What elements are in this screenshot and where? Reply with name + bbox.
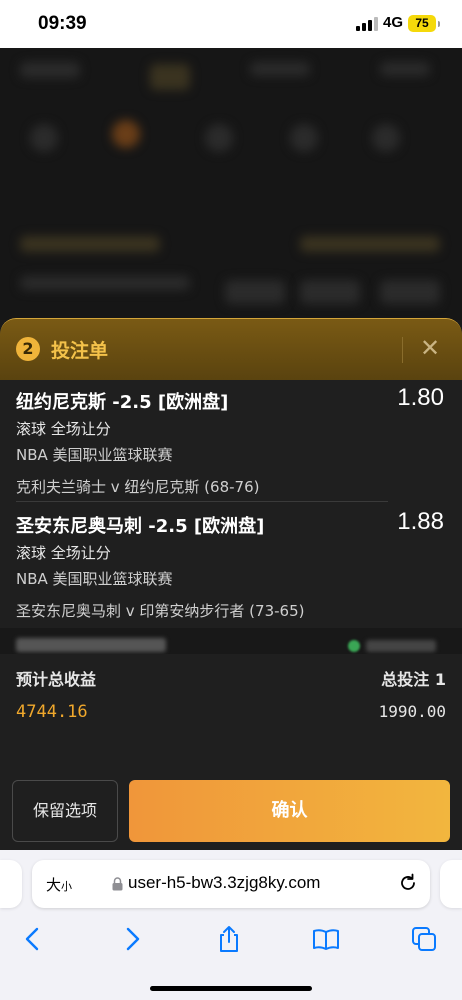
share-icon[interactable] [214, 924, 244, 954]
browser-nav-row [0, 920, 462, 960]
forward-icon[interactable] [117, 924, 147, 954]
bet-item[interactable]: 纽约尼克斯 -2.5 [欧洲盘] 1.80 滚球 全场让分 NBA 美国职业篮球… [16, 384, 446, 500]
network-type: 4G [383, 14, 404, 31]
lock-icon [112, 877, 123, 891]
text-size-small-label: 小 [61, 880, 73, 893]
bet-selection: 圣安东尼奥马刺 -2.5 [欧洲盘] [16, 516, 265, 537]
bet-selection: 纽约尼克斯 -2.5 [欧洲盘] [16, 392, 229, 413]
confirm-button[interactable]: 确认 [129, 780, 450, 842]
background-app-blurred [0, 48, 462, 320]
bet-league: NBA 美国职业篮球联赛 [16, 570, 173, 588]
tabs-icon[interactable] [409, 924, 439, 954]
keep-selections-button[interactable]: 保留选项 [12, 780, 118, 842]
est-return-value: 4744.16 [16, 702, 88, 722]
status-time: 09:39 [38, 13, 87, 34]
est-return-label: 预计总收益 [16, 670, 97, 689]
bet-market: 滚球 全场让分 [16, 420, 111, 438]
bet-summary: 预计总收益 总投注 1 4744.16 1990.00 保留选项 确认 [0, 654, 462, 850]
bet-divider [16, 501, 388, 502]
bet-count-badge: 2 [16, 337, 40, 361]
bet-match: 圣安东尼奥马刺 v 印第安纳步行者 (73-65) [16, 602, 305, 620]
bet-slip-sheet: 2 投注单 ✕ 纽约尼克斯 -2.5 [欧洲盘] 1.80 滚球 全场让分 NB… [0, 318, 462, 850]
bet-item[interactable]: 圣安东尼奥马刺 -2.5 [欧洲盘] 1.88 滚球 全场让分 NBA 美国职业… [16, 508, 446, 624]
text-size-large-label: 大 [46, 876, 62, 894]
bet-slip-header: 2 投注单 ✕ [0, 318, 462, 380]
bookmarks-icon[interactable] [311, 924, 341, 954]
bet-odds: 1.80 [397, 384, 444, 411]
url-text: user-h5-bw3.3zjg8ky.com [128, 873, 321, 892]
battery-icon: 75 [408, 15, 440, 32]
obscured-row [0, 628, 462, 654]
back-icon[interactable] [18, 924, 48, 954]
home-indicator [150, 986, 312, 991]
bet-odds: 1.88 [397, 508, 444, 535]
bet-league: NBA 美国职业篮球联赛 [16, 446, 173, 464]
status-bar: 09:39 4G 75 [0, 0, 462, 48]
bet-market: 滚球 全场让分 [16, 544, 111, 562]
bet-slip-title: 投注单 [51, 340, 109, 362]
text-size-button[interactable]: 大小 [46, 874, 72, 895]
total-stake-label: 总投注 1 [381, 670, 446, 689]
signal-icon [356, 17, 378, 31]
previous-tab-peek[interactable] [0, 860, 22, 908]
total-stake-value: 1990.00 [378, 702, 446, 721]
close-icon[interactable]: ✕ [417, 335, 443, 361]
reload-icon[interactable] [396, 871, 420, 895]
address-bar[interactable]: 大小 user-h5-bw3.3zjg8ky.com [32, 860, 430, 908]
bet-match: 克利夫兰骑士 v 纽约尼克斯 (68-76) [16, 478, 260, 496]
header-divider [402, 337, 403, 363]
next-tab-peek[interactable] [440, 860, 462, 908]
browser-toolbar: 大小 user-h5-bw3.3zjg8ky.com [0, 850, 462, 1000]
